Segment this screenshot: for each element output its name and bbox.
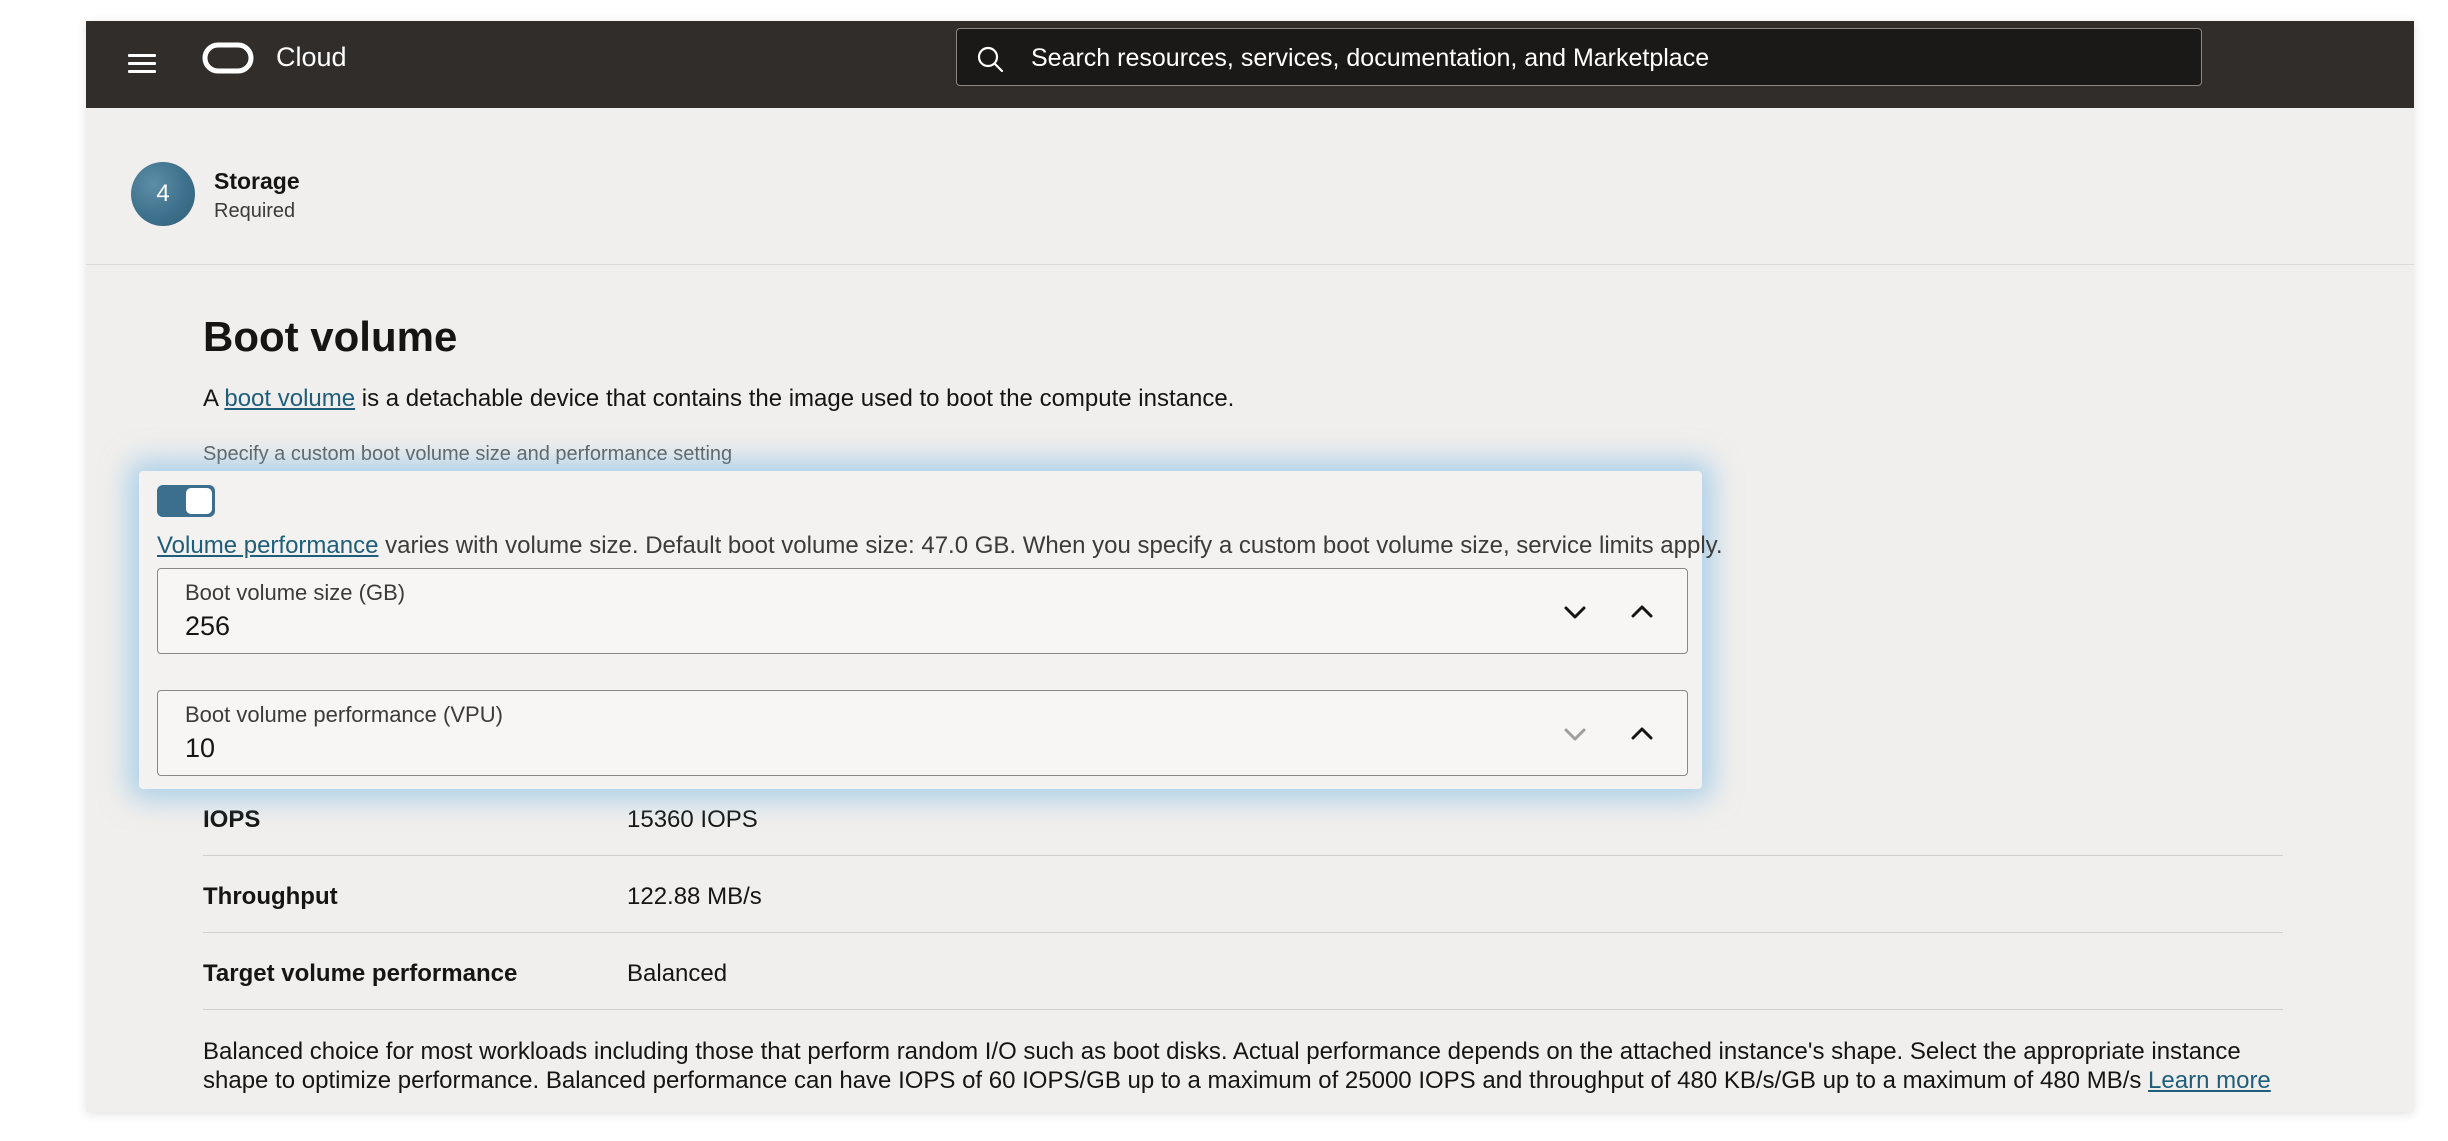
boot-volume-vpu-input[interactable]: 10 [185,731,985,765]
step-required-label: Required [214,200,296,222]
row-key-throughput: Throughput [203,883,338,910]
search-input[interactable]: Search resources, services, documentatio… [1031,43,1709,73]
custom-size-label: Specify a custom boot volume size and pe… [203,443,733,465]
top-navigation-bar: Cloud Search resources, services, docume… [86,21,2414,108]
boot-volume-size-input[interactable]: 256 [185,609,985,643]
chevron-up-icon[interactable] [1624,594,1660,630]
row-value-throughput: 122.88 MB/s [627,883,762,910]
step-title: Storage [214,168,300,194]
performance-table: IOPS 15360 IOPS Throughput 122.88 MB/s T… [203,779,2283,1010]
table-row: IOPS 15360 IOPS [203,779,2283,856]
chevron-up-icon[interactable] [1624,716,1660,752]
boot-volume-vpu-label: Boot volume performance (VPU) [185,702,503,727]
oracle-logo-icon[interactable] [202,41,254,75]
global-search-box[interactable]: Search resources, services, documentatio… [956,28,2202,86]
description-suffix: is a detachable device that contains the… [355,385,1235,412]
description-prefix: A [203,385,225,412]
brand-name[interactable]: Cloud [276,39,347,75]
row-value-target-performance: Balanced [627,960,728,987]
step-number-badge: 4 [131,162,195,226]
boot-volume-size-label: Boot volume size (GB) [185,580,406,605]
volume-performance-text: varies with volume size. Default boot vo… [378,532,1723,559]
volume-performance-info: Volume performance varies with volume si… [157,531,1723,561]
hamburger-menu-icon[interactable] [126,51,158,77]
console-window: Cloud Search resources, services, docume… [86,21,2414,1112]
volume-performance-link[interactable]: Volume performance [157,532,378,559]
toggle-knob [186,488,212,514]
custom-size-toggle[interactable] [157,485,215,517]
boot-volume-vpu-field[interactable]: Boot volume performance (VPU) 10 [157,690,1688,776]
section-description: A boot volume is a detachable device tha… [203,384,1234,414]
row-key-iops: IOPS [203,806,261,833]
row-value-iops: 15360 IOPS [627,806,758,833]
boot-volume-size-field[interactable]: Boot volume size (GB) 256 [157,568,1688,654]
performance-note: Balanced choice for most workloads inclu… [203,1037,2293,1095]
chevron-down-icon[interactable] [1557,716,1593,752]
performance-note-text: Balanced choice for most workloads inclu… [203,1038,2241,1094]
chevron-down-icon[interactable] [1557,594,1593,630]
table-row: Throughput 122.88 MB/s [203,856,2283,933]
row-key-target-performance: Target volume performance [203,960,518,987]
learn-more-link[interactable]: Learn more [2148,1067,2271,1094]
step-header: 4 Storage Required [86,108,2414,265]
section-title: Boot volume [203,313,458,360]
custom-volume-panel: Volume performance varies with volume si… [139,471,1723,789]
boot-volume-link[interactable]: boot volume [224,385,355,412]
table-row: Target volume performance Balanced [203,933,2283,1010]
search-icon [977,46,1004,73]
